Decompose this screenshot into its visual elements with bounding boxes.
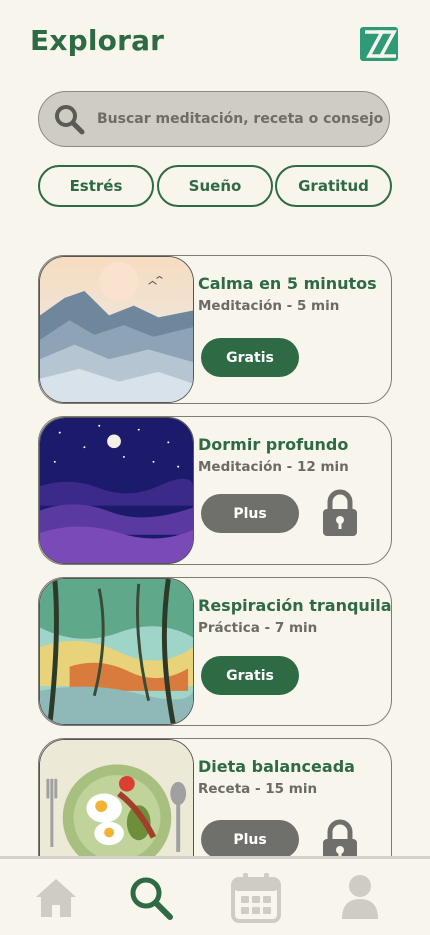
card-image-mountains — [39, 256, 194, 403]
plus-badge-button[interactable]: Plus — [201, 494, 299, 533]
content-card[interactable]: Respiración tranquila Práctica - 7 min G… — [38, 577, 392, 726]
card-subtitle: Meditación - 5 min — [198, 298, 340, 314]
card-subtitle: Receta - 15 min — [198, 781, 318, 797]
search-placeholder: Buscar meditación, receta o consejo — [97, 111, 384, 127]
card-title: Calma en 5 minutos — [198, 274, 377, 293]
filter-chip-sleep[interactable]: Sueño — [157, 165, 273, 207]
content-card[interactable]: Dormir profundo Meditación - 12 min Plus — [38, 416, 392, 565]
filter-chip-gratitude[interactable]: Gratitud — [275, 165, 392, 207]
search-icon — [55, 105, 85, 135]
bottom-nav-bar — [0, 856, 430, 935]
content-card[interactable]: Calma en 5 minutos Meditación - 5 min Gr… — [38, 255, 392, 404]
page-title: Explorar — [30, 24, 165, 57]
user-icon[interactable] — [340, 873, 380, 919]
card-subtitle: Meditación - 12 min — [198, 459, 349, 475]
zz-logo-icon[interactable] — [360, 27, 398, 61]
card-title: Dieta balanceada — [198, 757, 355, 776]
lock-icon — [323, 489, 357, 536]
plus-badge-button[interactable]: Plus — [201, 820, 299, 859]
home-icon[interactable] — [34, 875, 78, 919]
free-badge-button[interactable]: Gratis — [201, 656, 299, 695]
search-icon[interactable] — [128, 875, 174, 921]
free-badge-button[interactable]: Gratis — [201, 338, 299, 377]
card-image-forest — [39, 578, 194, 725]
card-title: Dormir profundo — [198, 435, 349, 454]
filter-chip-stress[interactable]: Estrés — [38, 165, 154, 207]
search-input[interactable]: Buscar meditación, receta o consejo — [38, 91, 390, 147]
card-image-night-sky — [39, 417, 194, 564]
card-title: Respiración tranquila — [198, 596, 392, 615]
calendar-icon[interactable] — [230, 871, 282, 923]
card-subtitle: Práctica - 7 min — [198, 620, 318, 636]
